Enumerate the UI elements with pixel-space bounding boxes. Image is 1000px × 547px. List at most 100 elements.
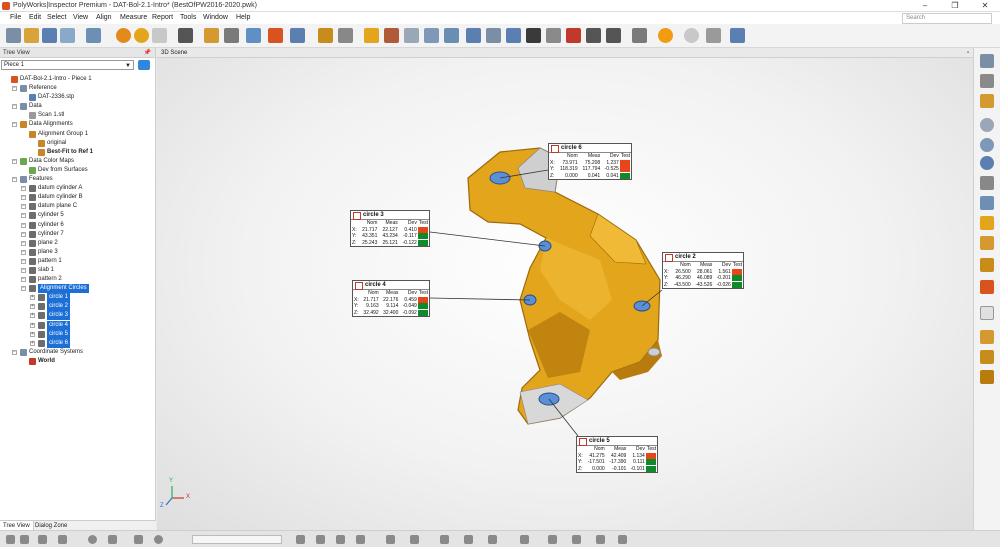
- tree-item[interactable]: + circle 1: [0, 293, 156, 303]
- tree-item[interactable]: −DAT-Bol-2.1-Intro - Piece 1: [0, 75, 156, 84]
- text-icon[interactable]: [526, 28, 541, 43]
- rotate-tool-icon[interactable]: [58, 535, 67, 544]
- macro-icon[interactable]: [632, 28, 647, 43]
- maximize-button[interactable]: ❐: [940, 0, 970, 12]
- zoom-all-icon[interactable]: [980, 138, 994, 152]
- menu-window[interactable]: Window: [203, 14, 228, 21]
- piece-options-icon[interactable]: [138, 60, 150, 70]
- selection-mode-icon[interactable]: [980, 216, 994, 230]
- tree-item[interactable]: + circle 2: [0, 302, 156, 312]
- expand-icon[interactable]: −: [21, 231, 26, 237]
- open-icon[interactable]: [24, 28, 39, 43]
- align-tool-icon[interactable]: [548, 535, 557, 544]
- menu-report[interactable]: Report: [152, 14, 173, 21]
- connect-icon[interactable]: [440, 535, 449, 544]
- feature-tool-icon[interactable]: [596, 535, 605, 544]
- menu-tools[interactable]: Tools: [180, 14, 196, 21]
- pin-icon[interactable]: 📌: [144, 48, 151, 58]
- expand-icon[interactable]: −: [12, 104, 17, 110]
- minimize-button[interactable]: –: [910, 0, 940, 12]
- callout-circle-4[interactable]: circle 4 Nom Meas Dev Test X: 21.717 22.176 0.45…: [352, 280, 430, 318]
- table-icon[interactable]: [546, 28, 561, 43]
- tree-item[interactable]: − slab 1: [0, 266, 156, 275]
- expand-icon[interactable]: −: [21, 240, 26, 246]
- target-icon[interactable]: [386, 535, 395, 544]
- zoom-tool-icon[interactable]: [38, 535, 47, 544]
- screenshot-icon[interactable]: [178, 28, 193, 43]
- measure-icon[interactable]: [384, 28, 399, 43]
- tree-item[interactable]: + circle 6: [0, 338, 156, 348]
- expand-icon[interactable]: −: [21, 249, 26, 255]
- expand-icon[interactable]: −: [12, 349, 17, 355]
- tree-item[interactable]: − plane 2: [0, 239, 156, 248]
- callout-circle-2[interactable]: circle 2 Nom Meas Dev Test X: 26.500 28.061 1.56…: [662, 252, 744, 290]
- probe-measure-icon[interactable]: [424, 28, 439, 43]
- measure-tool-icon[interactable]: [520, 535, 529, 544]
- report-tool-icon[interactable]: [618, 535, 627, 544]
- filter-icon[interactable]: [296, 535, 305, 544]
- display-mode-icon[interactable]: [980, 370, 994, 384]
- callout-circle-6[interactable]: circle 6 Nom Meas Dev Test X: 73.971 75.208 1.23…: [548, 143, 632, 181]
- step-icon[interactable]: [336, 535, 345, 544]
- tree-item[interactable]: − Data Color Maps: [0, 157, 156, 166]
- undo-icon[interactable]: [116, 28, 131, 43]
- gauge-icon[interactable]: [404, 28, 419, 43]
- menu-align[interactable]: Align: [96, 14, 112, 21]
- tree-item[interactable]: − Features: [0, 175, 156, 184]
- align-icon[interactable]: [338, 28, 353, 43]
- tree-item[interactable]: − pattern 1: [0, 257, 156, 266]
- tree-item[interactable]: − cylinder 5: [0, 211, 156, 220]
- play-small-icon[interactable]: [316, 535, 325, 544]
- toggle-icon[interactable]: [980, 330, 994, 344]
- tree-item[interactable]: − Data: [0, 102, 156, 111]
- tree-item[interactable]: − Data Alignments: [0, 120, 156, 129]
- expand-icon[interactable]: +: [30, 331, 35, 337]
- tree-item[interactable]: − datum cylinder A: [0, 184, 156, 193]
- tree-item[interactable]: − plane 3: [0, 248, 156, 257]
- menu-help[interactable]: Help: [236, 14, 250, 21]
- tree-item[interactable]: + circle 4: [0, 320, 156, 330]
- feature-icon[interactable]: [268, 28, 283, 43]
- datum-icon[interactable]: [290, 28, 305, 43]
- shading-icon[interactable]: [980, 350, 994, 364]
- points-icon[interactable]: [488, 535, 497, 544]
- tree-item[interactable]: − Alignment Circles: [0, 284, 156, 294]
- callout-circle-3[interactable]: circle 3 Nom Meas Dev Test X: 21.717 22.127 0.41…: [350, 210, 430, 248]
- export-icon[interactable]: [60, 28, 75, 43]
- tree-item[interactable]: −original: [0, 139, 156, 148]
- status-field[interactable]: [192, 535, 282, 544]
- check-icon[interactable]: [572, 535, 581, 544]
- scene-settings-icon[interactable]: [980, 196, 994, 210]
- expand-icon[interactable]: −: [21, 222, 26, 228]
- expand-icon[interactable]: −: [12, 158, 17, 164]
- hand-icon[interactable]: [980, 306, 994, 320]
- tree-item[interactable]: − cylinder 7: [0, 230, 156, 239]
- pointer-icon[interactable]: [20, 535, 29, 544]
- new-project-icon[interactable]: [6, 28, 21, 43]
- 3d-scene[interactable]: [157, 48, 973, 530]
- tree-item[interactable]: − datum cylinder B: [0, 193, 156, 202]
- tree-item[interactable]: − pattern 2: [0, 275, 156, 284]
- tree-item[interactable]: + circle 5: [0, 329, 156, 339]
- report-snapshot-icon[interactable]: [566, 28, 581, 43]
- camera-icon[interactable]: [606, 28, 621, 43]
- redo-icon[interactable]: [134, 28, 149, 43]
- expand-icon[interactable]: −: [21, 277, 26, 283]
- pick-icon[interactable]: [980, 236, 994, 250]
- menu-file[interactable]: File: [10, 14, 21, 21]
- chart-icon[interactable]: [730, 28, 745, 43]
- tree-item[interactable]: − Reference: [0, 84, 156, 93]
- piece-select[interactable]: Piece 1 ▼: [1, 60, 134, 70]
- menu-measure[interactable]: Measure: [120, 14, 147, 21]
- play-icon[interactable]: [658, 28, 673, 43]
- grid-icon[interactable]: [134, 535, 143, 544]
- comparison-icon[interactable]: [444, 28, 459, 43]
- expand-icon[interactable]: −: [21, 267, 26, 273]
- device-icon[interactable]: [410, 535, 419, 544]
- expand-icon[interactable]: +: [30, 322, 35, 328]
- expand-icon[interactable]: −: [21, 195, 26, 201]
- marker-icon[interactable]: [980, 280, 994, 294]
- expand-icon[interactable]: +: [30, 304, 35, 310]
- tree-item[interactable]: −Best-Fit to Ref 1: [0, 148, 156, 157]
- tree-item[interactable]: −Scan 1.stl: [0, 111, 156, 120]
